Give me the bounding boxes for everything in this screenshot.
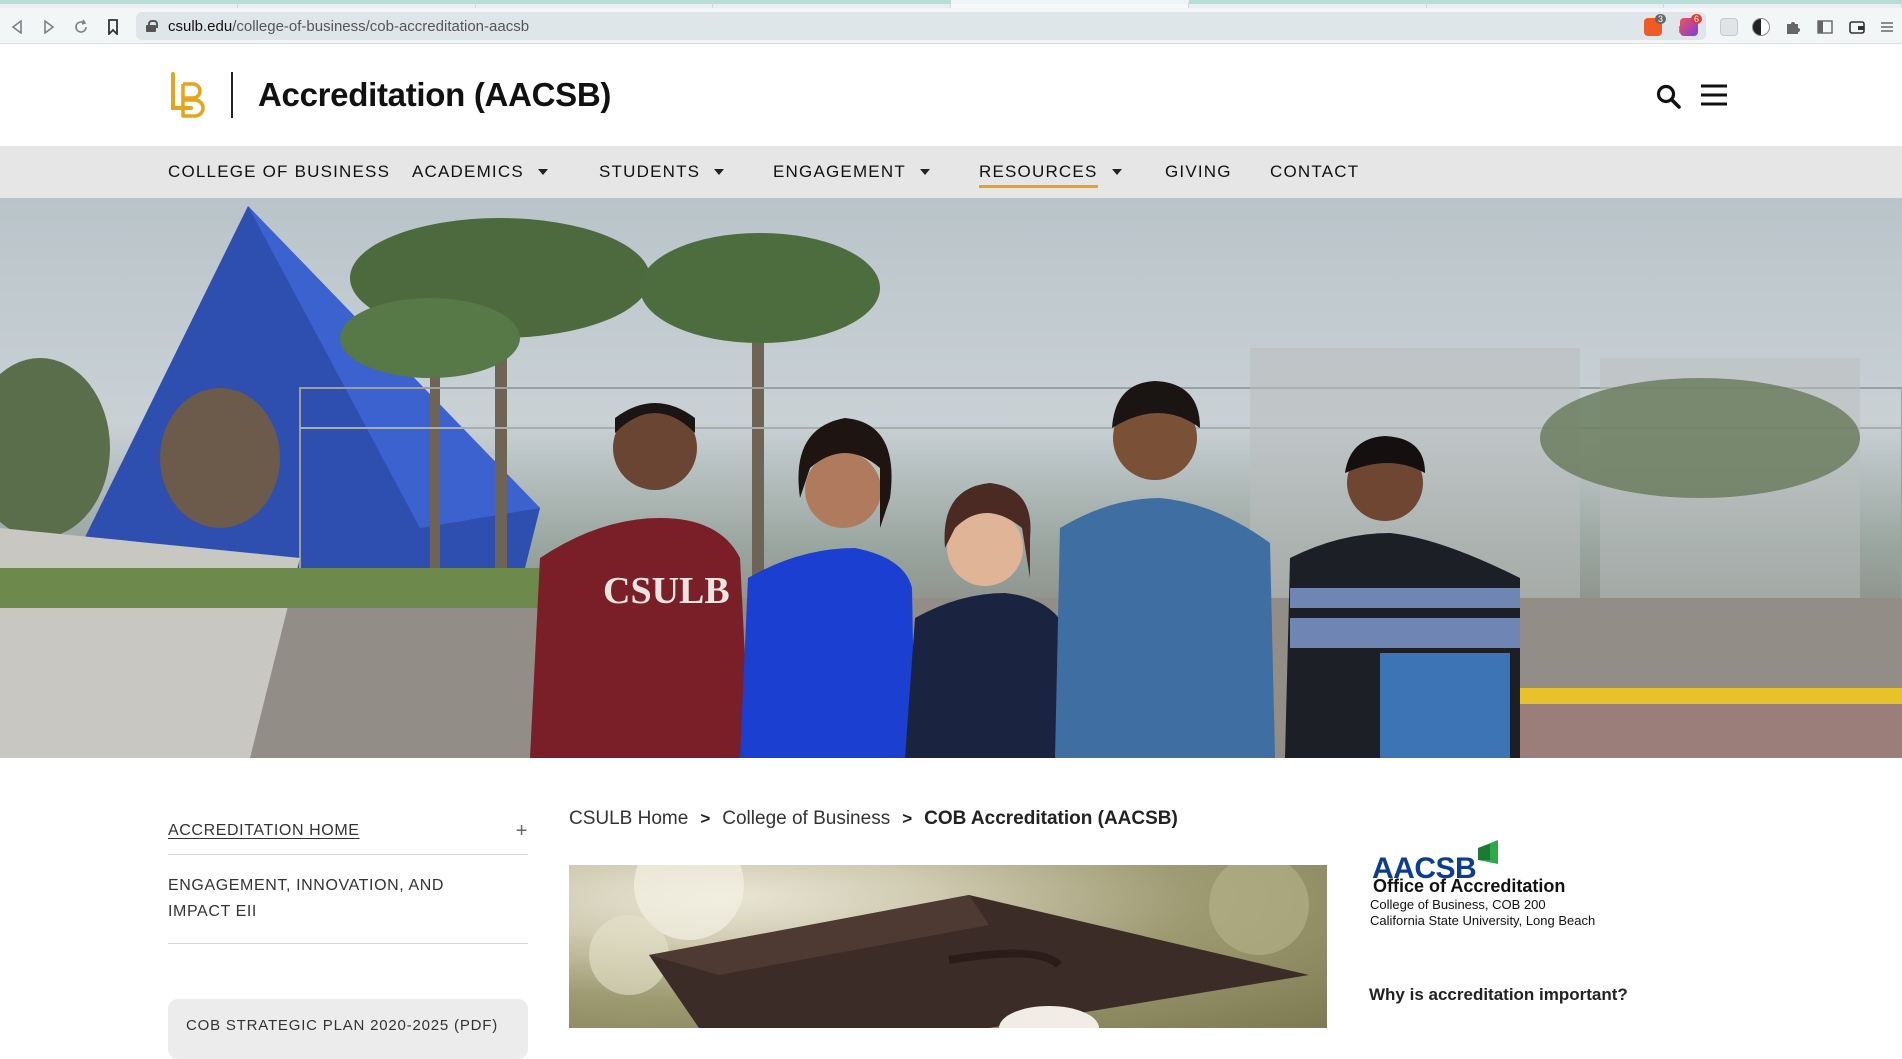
strategic-plan-card[interactable]: COB STRATEGIC PLAN 2020-2025 (PDF) bbox=[168, 999, 528, 1059]
why-accreditation-heading: Why is accreditation important? bbox=[1369, 985, 1628, 1004]
page-title: Accreditation (AACSB) bbox=[258, 76, 612, 113]
main-navigation: COLLEGE OF BUSINESS ACADEMICS STUDENTS E… bbox=[0, 146, 1902, 198]
reload-icon[interactable] bbox=[70, 16, 92, 38]
chevron-down-icon bbox=[1111, 169, 1122, 175]
csulb-lb-logo[interactable] bbox=[167, 70, 211, 120]
breadcrumb-separator: > bbox=[700, 809, 711, 828]
graduation-cap-image bbox=[569, 865, 1327, 1028]
person-2 bbox=[740, 418, 915, 758]
aacsb-address-line-2: California State University, Long Beach bbox=[1370, 913, 1596, 928]
site-header: Accreditation (AACSB) bbox=[0, 44, 1902, 146]
chevron-down-icon bbox=[714, 169, 725, 175]
breadcrumb-current: COB Accreditation (AACSB) bbox=[924, 808, 1178, 829]
browser-tab[interactable] bbox=[1426, 0, 1665, 8]
person-4 bbox=[1055, 381, 1275, 758]
nav-academics[interactable]: ACADEMICS bbox=[412, 146, 548, 198]
aacsb-logo-mark-icon bbox=[1478, 840, 1498, 864]
nav-giving[interactable]: GIVING bbox=[1165, 146, 1232, 198]
hero-photo-students: CSULB bbox=[0, 206, 1902, 758]
nav-students[interactable]: STUDENTS bbox=[599, 146, 725, 198]
browser-tab[interactable] bbox=[1188, 0, 1427, 8]
hamburger-menu-icon[interactable] bbox=[1700, 83, 1728, 107]
wallet-icon[interactable] bbox=[1848, 18, 1866, 36]
address-bar[interactable]: csulb.edu/college-of-business/cob-accred… bbox=[136, 12, 1706, 40]
browser-tab-active[interactable] bbox=[951, 0, 1189, 8]
browser-tab[interactable] bbox=[1664, 0, 1902, 8]
breadcrumb: CSULB Home > College of Business > COB A… bbox=[569, 808, 1178, 830]
sidebar-nav: ACCREDITATION HOME + ENGAGEMENT, INNOVAT… bbox=[168, 810, 528, 1059]
brave-rewards-icon[interactable]: 6 bbox=[1680, 14, 1702, 36]
sidebar-item-label: ENGAGEMENT, INNOVATION, AND IMPACT EII bbox=[168, 877, 445, 920]
extension-icon[interactable] bbox=[1720, 18, 1738, 36]
sidebar-item-accreditation-home[interactable]: ACCREDITATION HOME + bbox=[168, 810, 528, 855]
back-icon[interactable] bbox=[6, 16, 28, 38]
breadcrumb-csulb-home[interactable]: CSULB Home bbox=[569, 808, 688, 830]
browser-tab[interactable] bbox=[237, 0, 476, 8]
shields-badge: 3 bbox=[1654, 14, 1666, 24]
aacsb-office-block: AACSB Office of Accreditation College of… bbox=[1370, 840, 1690, 929]
lock-icon bbox=[146, 20, 158, 32]
url-host: csulb.edu bbox=[168, 17, 233, 35]
browser-menu-icon[interactable] bbox=[1880, 18, 1898, 36]
url-path: /college-of-business/cob-accreditation-a… bbox=[232, 17, 530, 35]
chevron-down-icon bbox=[919, 169, 930, 175]
expand-plus-icon[interactable]: + bbox=[516, 820, 528, 843]
svg-text:CSULB: CSULB bbox=[603, 570, 730, 612]
puzzle-icon[interactable] bbox=[1784, 18, 1802, 36]
nav-resources[interactable]: RESOURCES bbox=[979, 146, 1122, 198]
browser-tab[interactable] bbox=[475, 0, 714, 8]
forward-icon[interactable] bbox=[38, 16, 60, 38]
search-icon[interactable] bbox=[1656, 84, 1682, 110]
sidebar-toggle-icon[interactable] bbox=[1816, 18, 1834, 36]
bookmark-icon[interactable] bbox=[102, 16, 124, 38]
aacsb-logo: AACSB bbox=[1370, 840, 1510, 885]
nav-college-of-business[interactable]: COLLEGE OF BUSINESS bbox=[168, 146, 390, 198]
breadcrumb-separator: > bbox=[902, 809, 913, 828]
person-1: CSULB bbox=[530, 403, 750, 758]
aacsb-logo-text: AACSB bbox=[1372, 852, 1477, 885]
browser-tab[interactable] bbox=[713, 0, 951, 8]
breadcrumb-college-of-business[interactable]: College of Business bbox=[722, 808, 890, 830]
nav-engagement[interactable]: ENGAGEMENT bbox=[773, 146, 930, 198]
chevron-down-icon bbox=[537, 169, 548, 175]
sidebar-item-label[interactable]: ACCREDITATION HOME bbox=[168, 822, 360, 839]
strategic-plan-link[interactable]: COB STRATEGIC PLAN 2020-2025 (PDF) bbox=[186, 1017, 498, 1034]
nav-contact[interactable]: CONTACT bbox=[1270, 146, 1359, 198]
sidebar-item-eii[interactable]: ENGAGEMENT, INNOVATION, AND IMPACT EII bbox=[168, 855, 528, 944]
aacsb-address-line-1: College of Business, COB 200 bbox=[1370, 897, 1546, 912]
person-3 bbox=[905, 483, 1070, 758]
rewards-badge: 6 bbox=[1690, 14, 1702, 24]
hero-image: CSULB bbox=[0, 198, 1902, 758]
logo-divider bbox=[231, 72, 233, 118]
dark-mode-icon[interactable] bbox=[1752, 18, 1770, 36]
browser-toolbar: csulb.edu/college-of-business/cob-accred… bbox=[0, 8, 1902, 44]
browser-tab[interactable] bbox=[0, 0, 238, 8]
browser-tab-strip bbox=[0, 0, 1902, 8]
brave-shields-icon[interactable]: 3 bbox=[1644, 14, 1666, 36]
